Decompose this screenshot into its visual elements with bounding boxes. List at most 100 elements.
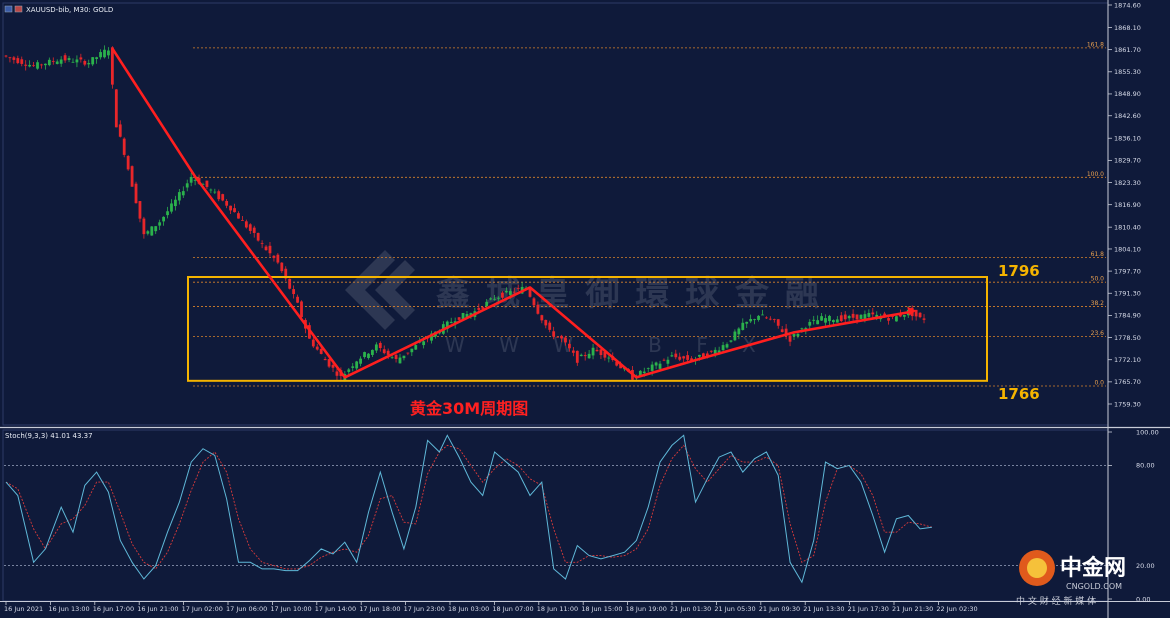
candle-body xyxy=(221,194,225,201)
price-tick-label: 1772.10 xyxy=(1114,356,1141,364)
lower-level-label: 1766 xyxy=(998,385,1040,403)
candle-body xyxy=(260,243,264,244)
candle-body xyxy=(532,298,536,306)
price-tick-label: 1797.70 xyxy=(1114,267,1141,275)
candle-body xyxy=(166,211,169,216)
time-tick-label: 17 Jun 14:00 xyxy=(315,605,356,613)
candle-body xyxy=(808,321,812,326)
candle-body xyxy=(237,213,240,219)
candle-body xyxy=(177,192,181,201)
candle-body xyxy=(587,353,591,359)
candle-body xyxy=(256,232,260,241)
candle-body xyxy=(733,331,737,341)
candle-body xyxy=(682,356,686,359)
stoch-signal-line xyxy=(5,444,933,570)
fib-level-label: 38.2 xyxy=(1091,300,1105,307)
candle-body xyxy=(91,57,95,65)
candle-body xyxy=(591,347,595,356)
candle-body xyxy=(839,315,843,322)
candle-body xyxy=(205,180,209,187)
candle-body xyxy=(398,357,402,364)
site-logo-url: CNGOLD.COM xyxy=(1066,582,1122,591)
fib-level-label: 161.8 xyxy=(1087,41,1104,48)
candle-body xyxy=(485,301,489,307)
candle-body xyxy=(863,314,867,319)
candle-body xyxy=(351,366,355,368)
candle-body xyxy=(126,156,130,170)
candle-body xyxy=(118,124,122,137)
site-logo-text: 中金网 xyxy=(1060,555,1126,581)
candle-body xyxy=(296,296,299,303)
candle-body xyxy=(319,348,323,354)
candle-body xyxy=(678,356,682,360)
price-tick-label: 1778.50 xyxy=(1114,334,1141,342)
candle-body xyxy=(327,359,331,367)
candle-body xyxy=(560,335,563,339)
candle-body xyxy=(666,359,670,364)
price-tick-label: 1848.90 xyxy=(1114,90,1141,98)
candle-body xyxy=(595,349,599,352)
candle-body xyxy=(158,222,162,226)
price-tick-label: 1836.10 xyxy=(1114,135,1141,143)
candle-body xyxy=(564,337,567,343)
candle-body xyxy=(382,349,386,354)
candle-body xyxy=(154,226,158,232)
time-tick-label: 21 Jun 09:30 xyxy=(759,605,800,613)
candle-body xyxy=(95,57,99,59)
candle-body xyxy=(276,254,280,263)
candle-body xyxy=(130,166,134,187)
candle-body xyxy=(497,297,500,299)
stoch-title: Stoch(9,3,3) 41.01 43.37 xyxy=(5,432,93,440)
time-tick-label: 21 Jun 01:30 xyxy=(670,605,711,613)
candle-body xyxy=(729,340,733,342)
candle-body xyxy=(674,353,678,358)
candle-body xyxy=(583,355,587,357)
candle-body xyxy=(895,316,898,322)
candle-body xyxy=(765,317,768,319)
candle-body xyxy=(264,246,268,251)
candle-body xyxy=(146,231,150,234)
candle-body xyxy=(83,61,87,65)
candle-body xyxy=(816,320,820,325)
candle-body xyxy=(646,367,650,369)
price-tick-label: 1842.60 xyxy=(1114,112,1141,120)
price-tick-label: 1791.30 xyxy=(1114,290,1141,298)
candle-body xyxy=(359,358,362,364)
candle-body xyxy=(16,58,20,64)
candle-body xyxy=(835,319,839,323)
chart-window: XAUUSD-bib, M30: GOLD Stoch(9,3,3) 41.01 … xyxy=(0,0,1170,618)
candle-body xyxy=(394,354,398,359)
price-tick-label: 1816.90 xyxy=(1114,201,1141,209)
candle-body xyxy=(654,362,658,366)
candle-body xyxy=(244,221,248,228)
candle-body xyxy=(887,318,890,321)
price-tick-label: 1868.10 xyxy=(1114,24,1141,32)
candle-body xyxy=(367,353,370,358)
candle-body xyxy=(536,304,540,314)
candle-body xyxy=(378,342,382,349)
fib-level-label: 61.8 xyxy=(1091,251,1105,258)
candle-body xyxy=(776,319,780,326)
candle-body xyxy=(753,319,756,321)
candle-body xyxy=(99,52,102,58)
time-tick-label: 16 Jun 17:00 xyxy=(93,605,134,613)
time-tick-label: 18 Jun 11:00 xyxy=(537,605,578,613)
time-tick-label: 17 Jun 23:00 xyxy=(404,605,445,613)
trend-line xyxy=(111,47,913,379)
candle-body xyxy=(174,199,177,207)
candle-body xyxy=(217,191,221,200)
watermark-text-cn: 鑫 城 皇 御 環 球 金 融 xyxy=(436,274,821,314)
candle-body xyxy=(170,203,173,212)
candle-body xyxy=(410,348,414,353)
price-tick-label: 1784.90 xyxy=(1114,312,1141,320)
stoch-pane-frame xyxy=(2,429,1109,602)
candle-body xyxy=(855,314,859,320)
candle-body xyxy=(477,307,481,310)
candle-body xyxy=(662,359,666,361)
candle-body xyxy=(607,357,611,359)
candle-body xyxy=(843,314,847,320)
candle-body xyxy=(71,61,75,63)
time-tick-label: 17 Jun 02:00 xyxy=(182,605,223,613)
candle-body xyxy=(55,61,59,64)
candle-body xyxy=(918,312,922,318)
